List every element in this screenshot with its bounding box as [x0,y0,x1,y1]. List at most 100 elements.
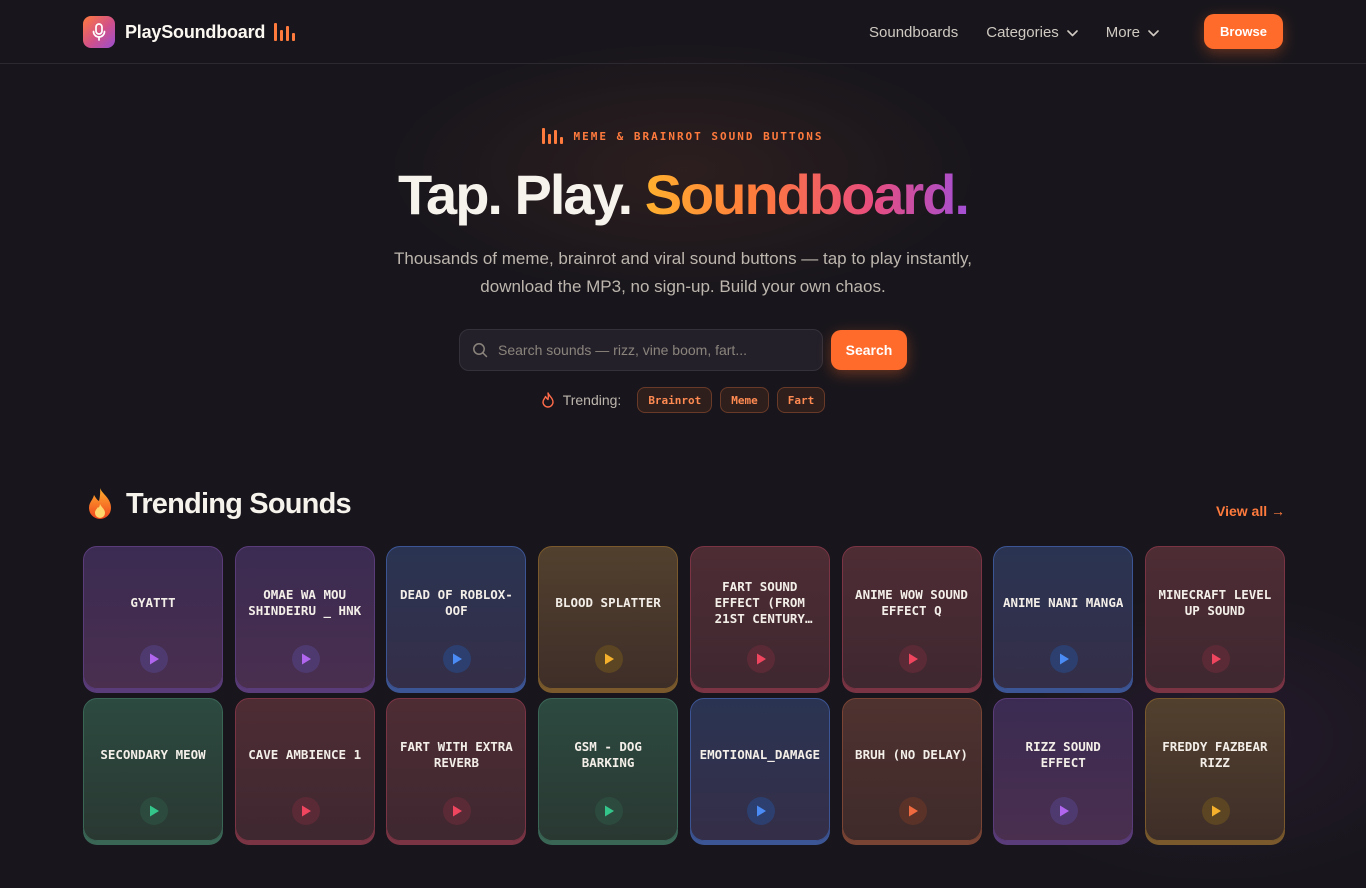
sound-card-label: ANIME NANI MANGA [1002,595,1124,610]
sound-card-name: DEAD OF ROBLOX-OOF [395,547,517,659]
hero-title-plain: Tap. Play. [398,163,645,226]
sound-card-label: RIZZ SOUND EFFECT [1025,739,1101,770]
sound-card-label: EMOTIONAL_DAMAGE [699,747,820,762]
hero-title: Tap. Play. Soundboard. [0,160,1366,230]
play-icon [908,805,918,817]
play-icon [150,805,159,817]
play-icon [1060,653,1070,665]
sound-card-label: CAVE AMBIENCE 1 [248,747,362,762]
sound-card-name: RIZZ SOUND EFFECT [1002,699,1124,811]
sound-card[interactable]: OMAE WA MOU SHINDEIRU _ HNK [234,546,375,689]
sound-card-label: GYATTT [130,595,176,610]
play-icon [1211,805,1221,817]
play-button[interactable] [1201,797,1230,825]
brand-name: PlaySoundboard [125,21,266,42]
sound-card-label: FART SOUND EFFECT (FROM 21ST CENTURY HUM… [714,579,805,626]
sound-bars-icon [274,23,296,41]
sound-card-label: DEAD OF ROBLOX-OOF [399,587,513,618]
view-all-link[interactable]: View all → [1216,503,1285,519]
search-box [459,329,823,371]
play-button[interactable] [1050,645,1079,673]
play-icon [756,653,766,665]
play-icon [756,805,766,817]
play-icon [1211,653,1221,665]
sound-card-name: FART WITH EXTRA REVERB [395,699,517,811]
sound-card-name: MINECRAFT LEVEL UP SOUND [1154,547,1276,659]
play-icon [605,805,615,817]
sound-card[interactable]: CAVE AMBIENCE 1 [234,698,375,841]
sound-card-label: OMAE WA MOU SHINDEIRU _ HNK [248,587,362,618]
sound-card-label: FREDDY FAZBEAR RIZZ [1162,739,1268,770]
browse-button[interactable]: Browse [1204,14,1283,49]
play-button[interactable] [291,797,320,825]
sound-card-name: FREDDY FAZBEAR RIZZ [1154,699,1276,811]
chevron-down-icon [1066,24,1078,41]
sound-card[interactable]: DEAD OF ROBLOX-OOF [386,546,527,689]
trending-label: Trending: [562,392,622,408]
play-button[interactable] [746,797,775,825]
search-button[interactable]: Search [831,330,907,370]
play-button[interactable] [595,797,624,825]
search-icon [472,342,488,358]
sound-card-name: GYATTT [92,547,214,659]
sound-card[interactable]: BLOOD SPLATTER [538,546,679,689]
sound-card[interactable]: FART WITH EXTRA REVERB [386,698,527,841]
sound-card[interactable]: MINECRAFT LEVEL UP SOUND [1144,546,1285,689]
nav-links: Soundboards Categories More [869,0,1187,64]
sound-card-name: SECONDARY MEOW [92,699,214,811]
hero-title-accent: Soundboard. [644,163,970,226]
nav-link-label: Soundboards [869,23,959,41]
top-navbar: PlaySoundboard Soundboards Categories Mo… [0,0,1366,64]
trending-chip[interactable]: Meme [720,387,769,413]
sound-card-name: GSM - DOG BARKING [547,699,669,811]
play-button[interactable] [746,645,775,673]
eyebrow-text: MEME & BRAINROT SOUND BUTTONS [573,129,824,143]
sound-card[interactable]: RIZZ SOUND EFFECT [993,698,1134,841]
play-button[interactable] [443,797,472,825]
trending-row: Trending: Brainrot Meme Fart [0,387,1366,413]
sound-card[interactable]: FART SOUND EFFECT (FROM 21ST CENTURY HUM… [689,546,830,689]
play-button[interactable] [443,645,472,673]
sound-card-name: ANIME NANI MANGA [1002,547,1124,659]
section-title-text: Trending Sounds [126,487,352,520]
sound-card-label: FART WITH EXTRA REVERB [399,739,513,770]
sound-card-name: CAVE AMBIENCE 1 [244,699,366,811]
sound-card-label: BRUH (NO DELAY) [855,747,968,762]
sound-card[interactable]: FREDDY FAZBEAR RIZZ [1144,698,1285,841]
sound-card-label: GSM - DOG BARKING [574,739,642,770]
play-button[interactable] [898,797,927,825]
play-button[interactable] [291,645,320,673]
play-button[interactable] [595,645,624,673]
nav-link-more[interactable]: More [1106,24,1159,41]
sound-card-name: ANIME WOW SOUND EFFECT Q [851,547,973,659]
search-input[interactable] [496,341,810,359]
trending-chip[interactable]: Brainrot [637,387,713,413]
sound-card[interactable]: GSM - DOG BARKING [538,698,679,841]
play-icon [453,805,463,817]
nav-link-soundboards[interactable]: Soundboards [869,24,958,41]
sound-card-name: FART SOUND EFFECT (FROM 21ST CENTURY HUM… [699,547,821,659]
brand-logo-link[interactable]: PlaySoundboard [83,16,296,48]
play-button[interactable] [1201,645,1230,673]
play-icon [301,805,311,817]
hero-eyebrow: MEME & BRAINROT SOUND BUTTONS [0,128,1366,144]
sound-card[interactable]: EMOTIONAL_DAMAGE [689,698,830,841]
nav-link-label: Categories [986,23,1059,41]
play-button[interactable] [140,645,168,673]
chevron-down-icon [1148,24,1159,41]
trending-chip[interactable]: Fart [776,387,826,413]
sound-card[interactable]: ANIME WOW SOUND EFFECT Q [841,546,982,689]
sound-card[interactable]: SECONDARY MEOW [83,698,223,841]
play-button[interactable] [140,797,168,825]
nav-link-categories[interactable]: Categories [986,24,1078,41]
hero-subtitle: Thousands of meme, brainrot and viral so… [394,249,972,296]
play-button[interactable] [1050,797,1079,825]
play-icon [150,653,159,665]
sound-card[interactable]: BRUH (NO DELAY) [841,698,982,841]
play-icon [908,653,918,665]
flame-icon [541,392,555,408]
sound-card[interactable]: ANIME NANI MANGA [993,546,1134,689]
sound-card-name: OMAE WA MOU SHINDEIRU _ HNK [244,547,366,659]
sound-card[interactable]: GYATTT [83,546,223,689]
play-button[interactable] [898,645,927,673]
